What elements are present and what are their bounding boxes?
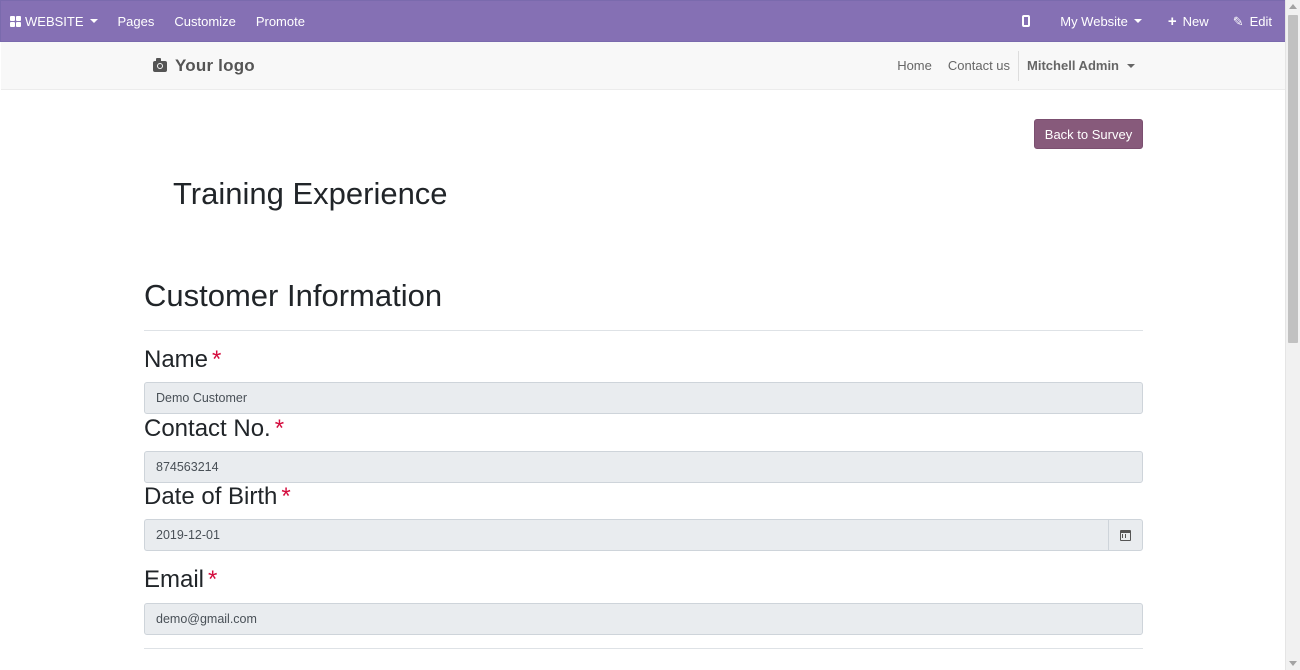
nav-home[interactable]: Home: [889, 58, 940, 73]
question-text: Contact No.: [144, 415, 271, 442]
site-logo[interactable]: Your logo: [153, 56, 255, 76]
camera-icon: [153, 57, 167, 72]
scroll-up-arrow-icon[interactable]: [1289, 4, 1297, 9]
website-menu-label: WEBSITE: [25, 13, 84, 29]
grid-icon: [10, 15, 21, 27]
section-divider: [144, 330, 1143, 331]
scrollbar-thumb[interactable]: [1288, 15, 1298, 343]
mobile-icon: [1022, 15, 1031, 27]
survey-title: Training Experience: [173, 176, 448, 211]
scroll-down-arrow-icon[interactable]: [1289, 661, 1297, 666]
calendar-button[interactable]: [1108, 519, 1143, 551]
user-menu[interactable]: Mitchell Admin: [1018, 50, 1137, 81]
email-input[interactable]: [144, 603, 1143, 635]
required-mark: *: [281, 483, 291, 510]
question-label-date-of-birth: Date of Birth *: [144, 483, 291, 511]
new-button[interactable]: + New: [1158, 1, 1223, 41]
question-label-email: Email *: [144, 566, 217, 594]
edit-button-label: Edit: [1249, 13, 1272, 29]
required-mark: *: [212, 346, 222, 373]
date-of-birth-picker: [144, 519, 1143, 551]
section-title: Customer Information: [144, 278, 443, 313]
question-text: Date of Birth: [144, 483, 278, 510]
nav-contact-us[interactable]: Contact us: [940, 58, 1018, 73]
user-name: Mitchell Admin: [1027, 58, 1119, 73]
chevron-down-icon: [1127, 63, 1135, 68]
chevron-down-icon: [1133, 19, 1142, 23]
name-input[interactable]: [144, 382, 1143, 414]
calendar-icon: [1120, 529, 1131, 541]
question-label-contact: Contact No. *: [144, 415, 284, 443]
pencil-icon: ✎: [1232, 13, 1244, 29]
question-text: Name: [144, 346, 209, 373]
new-button-label: New: [1182, 13, 1209, 29]
page-scrollbar[interactable]: [1285, 0, 1300, 670]
chevron-down-icon: [89, 19, 98, 23]
edit-button[interactable]: ✎ Edit: [1223, 1, 1285, 41]
section-divider: [144, 648, 1143, 649]
my-website-menu[interactable]: My Website: [1050, 1, 1158, 41]
mobile-preview-button[interactable]: [1012, 1, 1050, 41]
contact-number-input[interactable]: [144, 451, 1143, 483]
pages-menu[interactable]: Pages: [108, 1, 165, 41]
main-nav: Home Contact us Mitchell Admin: [889, 42, 1137, 89]
plus-icon: +: [1167, 12, 1177, 30]
promote-menu[interactable]: Promote: [246, 1, 315, 41]
website-menu[interactable]: WEBSITE: [1, 1, 108, 41]
customize-menu[interactable]: Customize: [164, 1, 245, 41]
logo-text: Your logo: [175, 56, 255, 75]
question-text: Email: [144, 566, 205, 593]
required-mark: *: [274, 415, 285, 442]
back-to-survey-button[interactable]: Back to Survey: [1034, 119, 1143, 149]
website-header: Your logo Home Contact us Mitchell Admin: [1, 42, 1285, 90]
my-website-label: My Website: [1060, 13, 1128, 29]
question-label-name: Name *: [144, 346, 221, 374]
date-of-birth-input[interactable]: [144, 519, 1108, 551]
required-mark: *: [208, 566, 218, 593]
admin-top-bar: WEBSITE Pages Customize Promote My Websi…: [0, 0, 1285, 42]
